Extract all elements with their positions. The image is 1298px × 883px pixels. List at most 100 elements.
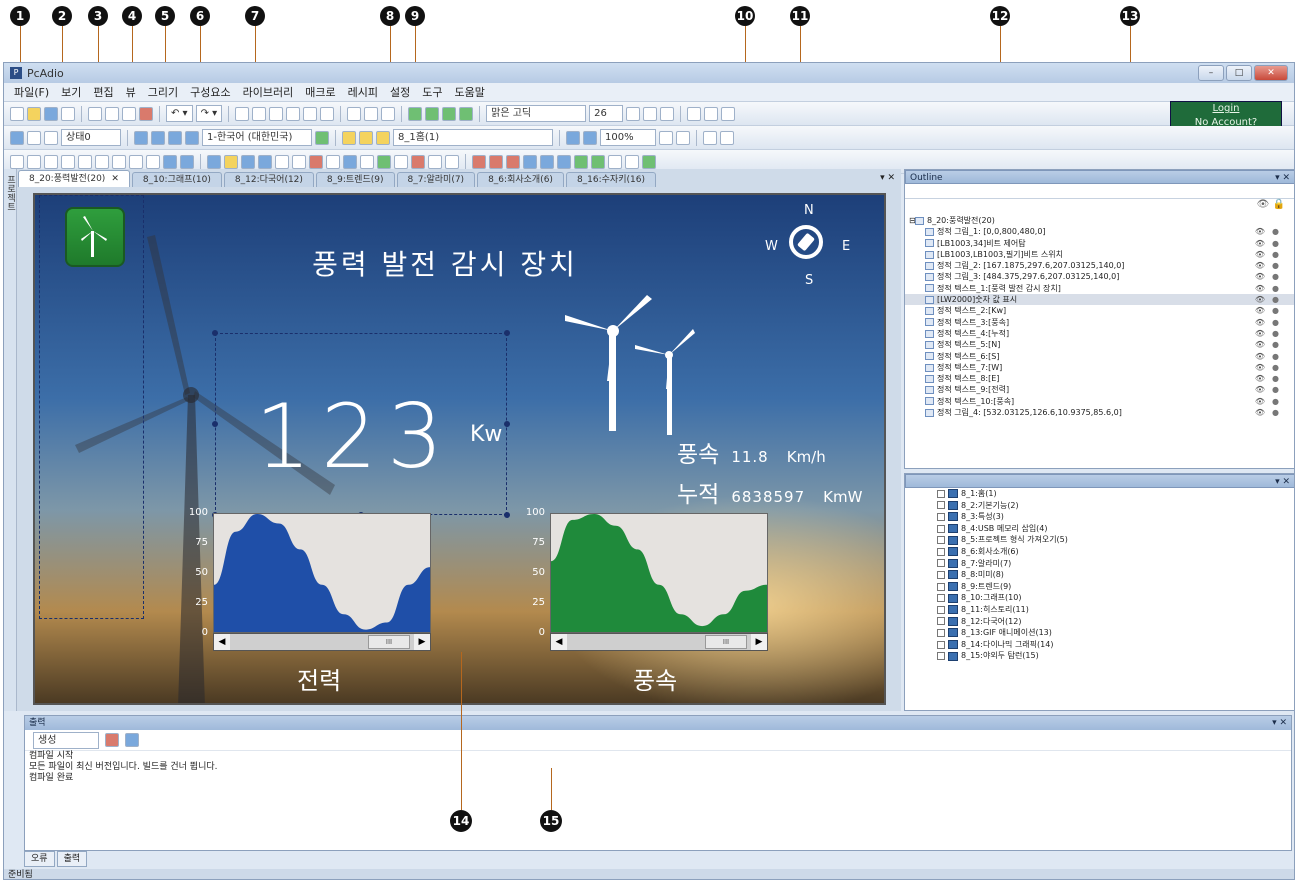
lock-icon[interactable]: ● (1272, 294, 1279, 305)
menu-edit[interactable]: 편집 (87, 84, 119, 100)
outline-item[interactable]: 정적 텍스트_3:[풍속] 👁 ● (905, 317, 1294, 328)
monitor-icon[interactable] (625, 154, 639, 169)
text-align-center-icon[interactable] (704, 106, 719, 121)
lock-icon[interactable]: ● (1272, 305, 1279, 316)
divider-icon[interactable] (428, 154, 442, 169)
scroll-left-icon[interactable]: ◀ (214, 634, 230, 650)
project-screen-item[interactable]: 8_3:특성(3) (905, 511, 1294, 523)
project-side-strip[interactable]: 프로젝트 (4, 169, 17, 711)
checkbox[interactable] (937, 617, 945, 626)
visibility-icon[interactable]: 👁 (1255, 238, 1265, 249)
checkbox[interactable] (937, 524, 945, 533)
undo-dropdown[interactable]: ↶ ▾ (166, 105, 193, 122)
view-grid-icon[interactable] (168, 130, 182, 145)
image-tool-icon[interactable] (180, 154, 194, 169)
layer-up-icon[interactable] (408, 106, 423, 121)
lock-icon[interactable]: ● (1272, 339, 1279, 350)
paste-icon[interactable] (122, 106, 136, 121)
tab-output[interactable]: 출력 (56, 851, 88, 867)
copy-icon[interactable] (105, 106, 119, 121)
group-icon[interactable] (442, 106, 457, 121)
screen-select[interactable]: 8_1홈(1) (393, 129, 553, 146)
lock-icon[interactable]: ● (1272, 260, 1279, 271)
tab-graph[interactable]: 8_10:그래프(10) (131, 172, 222, 187)
view-single-icon[interactable] (134, 130, 148, 145)
fit-window-icon[interactable] (583, 130, 597, 145)
same-height-icon[interactable] (364, 106, 379, 121)
minimize-button[interactable]: – (1198, 65, 1224, 81)
settings-icon[interactable] (608, 154, 622, 169)
layer-down-icon[interactable] (425, 106, 440, 121)
panel-controls[interactable]: ▾ ✕ (1275, 475, 1294, 487)
align-middle-icon[interactable] (303, 106, 318, 121)
state-next-icon[interactable] (44, 130, 58, 145)
screen-new-icon[interactable] (342, 130, 356, 145)
menu-screen[interactable]: 뷰 (120, 84, 142, 100)
zoom-out-icon[interactable] (676, 130, 690, 145)
checkbox[interactable] (937, 605, 945, 614)
visibility-icon[interactable]: 👁 (1255, 226, 1265, 237)
visibility-icon[interactable]: 👁 (1255, 407, 1265, 418)
project-screen-item[interactable]: 8_14:다이나믹 그래픽(14) (905, 639, 1294, 651)
lock-icon[interactable]: ● (1272, 407, 1279, 418)
zoom-in-icon[interactable] (659, 130, 673, 145)
text-align-left-icon[interactable] (687, 106, 702, 121)
visibility-icon[interactable]: 👁 (1255, 283, 1265, 294)
save-icon[interactable] (44, 106, 58, 121)
upload-icon[interactable] (540, 154, 554, 169)
line-tool-icon[interactable] (27, 154, 41, 169)
font-color-icon[interactable] (660, 106, 675, 121)
power-value-display[interactable]: 123 (255, 385, 453, 488)
checkbox[interactable] (937, 628, 945, 637)
outline-item[interactable]: 정적 텍스트_6:[S] 👁 ● (905, 351, 1294, 362)
align-bottom-icon[interactable] (320, 106, 335, 121)
lock-icon[interactable]: ● (1272, 317, 1279, 328)
wrap-output-icon[interactable] (125, 733, 139, 747)
zoom-select[interactable]: 100% (600, 129, 656, 146)
lock-icon[interactable]: ● (1272, 283, 1279, 294)
tab-wind-power[interactable]: 8_20:풍력발전(20) ✕ (18, 170, 130, 187)
visibility-icon[interactable]: 👁 (1255, 384, 1265, 395)
globe-icon[interactable] (315, 130, 329, 145)
checkbox[interactable] (937, 489, 945, 498)
menu-settings[interactable]: 설정 (384, 84, 416, 100)
lock-icon[interactable]: ● (1272, 373, 1279, 384)
ellipse-tool-icon[interactable] (95, 154, 109, 169)
tab-multilang[interactable]: 8_12:다국어(12) (223, 172, 314, 187)
outline-item[interactable]: 정적 그림_2: [167.1875,297.6,207.03125,140,0… (905, 260, 1294, 271)
tab-alarm[interactable]: 8_7:알라미(7) (396, 172, 476, 187)
same-width-icon[interactable] (347, 106, 362, 121)
outline-item[interactable]: 정적 텍스트_1:[풍력 발전 감시 장치] 👁 ● (905, 283, 1294, 294)
outline-item[interactable]: 정적 텍스트_5:[N] 👁 ● (905, 339, 1294, 350)
slider-icon[interactable] (326, 154, 340, 169)
project-screen-item[interactable]: 8_13:GIF 애니메이션(13) (905, 627, 1294, 639)
project-screen-item[interactable]: 8_9:트렌드(9) (905, 581, 1294, 593)
redo-dropdown[interactable]: ↷ ▾ (195, 105, 223, 122)
align-top-icon[interactable] (286, 106, 301, 121)
same-size-icon[interactable] (381, 106, 396, 121)
gauge-icon[interactable] (275, 154, 289, 169)
tab-keypad[interactable]: 8_16:수자키(16) (565, 172, 656, 187)
bold-icon[interactable] (626, 106, 641, 121)
project-screen-item[interactable]: 8_6:회사소개(6) (905, 546, 1294, 558)
ungroup-icon[interactable] (459, 106, 474, 121)
open-folder-icon[interactable] (27, 106, 41, 121)
outline-item[interactable]: 정적 텍스트_2:[Kw] 👁 ● (905, 305, 1294, 316)
polygon-tool-icon[interactable] (129, 154, 143, 169)
simulate-online-icon[interactable] (506, 154, 520, 169)
outline-item[interactable]: 정적 텍스트_7:[W] 👁 ● (905, 362, 1294, 373)
lock-icon[interactable]: ● (1272, 362, 1279, 373)
wind-chart-scrollbar[interactable]: ◀ III ▶ (550, 633, 768, 651)
pointer-tool-icon[interactable] (10, 154, 24, 169)
visibility-icon[interactable]: 👁 (1255, 271, 1265, 282)
history-icon[interactable] (377, 154, 391, 169)
tab-trend[interactable]: 8_9:트렌드(9) (315, 172, 395, 187)
lock-icon[interactable]: ● (1272, 384, 1279, 395)
menu-library[interactable]: 라이브러리 (237, 84, 300, 100)
import-icon[interactable] (591, 154, 605, 169)
project-screen-item[interactable]: 8_2:기본기능(2) (905, 500, 1294, 512)
project-screen-item[interactable]: 8_1:홈(1) (905, 488, 1294, 500)
visibility-icon[interactable]: 👁 (1255, 328, 1265, 339)
new-file-icon[interactable] (10, 106, 24, 121)
outline-item[interactable]: 정적 그림_3: [484.375,297.6,207.03125,140,0]… (905, 271, 1294, 282)
